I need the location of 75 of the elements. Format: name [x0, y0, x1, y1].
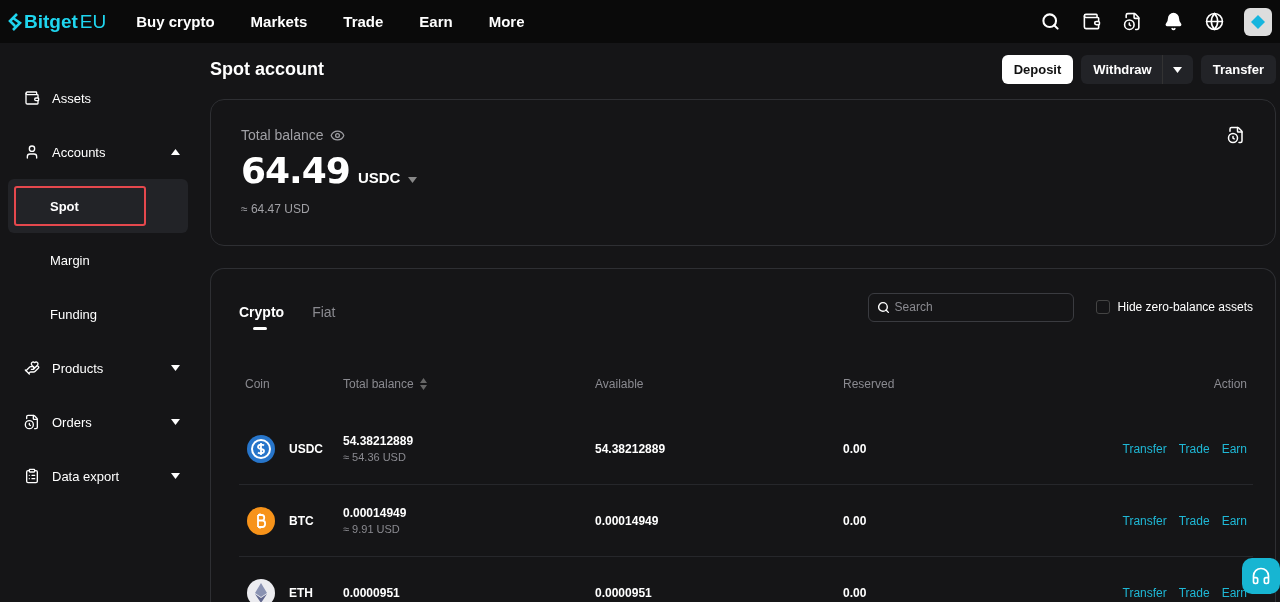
usd-value: ≈ 9.91 USD	[342, 523, 401, 535]
caret-down-icon	[1173, 66, 1183, 73]
document-clock-icon[interactable]	[1123, 12, 1142, 31]
sidebar-item[interactable]: Data export	[8, 449, 196, 503]
nav-link[interactable]: Buy crypto	[136, 13, 215, 30]
globe-icon[interactable]	[1205, 12, 1224, 31]
nav-link[interactable]: Trade	[343, 13, 384, 30]
column-header: Action	[1212, 377, 1248, 391]
checkbox-label: Hide zero-balance assets	[1117, 300, 1253, 314]
column-header: Available	[594, 377, 645, 391]
balance-amount: 64.49	[241, 150, 350, 191]
user-avatar[interactable]	[1244, 7, 1272, 36]
table-cell-text: 0.00	[842, 513, 868, 528]
bitcoin-coin-icon	[247, 506, 275, 535]
table-cell-text: 0.0000951	[594, 585, 653, 600]
page-title: Spot account	[210, 59, 325, 80]
tab[interactable]: Crypto	[239, 304, 285, 330]
balance-approx: ≈ 64.47 USD	[241, 202, 310, 216]
column-header: Coin	[244, 377, 271, 391]
action-link[interactable]: Earn	[1221, 585, 1247, 600]
sidebar-subitem[interactable]: Funding	[14, 294, 146, 334]
document-clock-icon	[24, 414, 40, 430]
action-link[interactable]: Trade	[1178, 585, 1210, 600]
currency-selector[interactable]: USDC	[357, 169, 401, 186]
sidebar-item[interactable]: Products	[8, 341, 196, 395]
nav-link[interactable]: Markets	[250, 13, 308, 30]
nav-link[interactable]: Earn	[419, 13, 453, 30]
table-cell-text: 54.38212889	[594, 441, 667, 456]
tab[interactable]: Fiat	[312, 304, 336, 330]
usd-value: ≈ 54.36 USD	[342, 451, 407, 463]
diamond-coin-icon	[247, 578, 275, 602]
search-icon[interactable]	[1041, 12, 1060, 31]
table-cell-text: 0.00	[842, 441, 868, 456]
action-link[interactable]: Trade	[1178, 441, 1210, 456]
search-field[interactable]: Search	[867, 292, 1074, 322]
bell-icon[interactable]	[1164, 12, 1183, 31]
sidebar-item[interactable]: Accounts	[8, 125, 196, 179]
action-link[interactable]: Transfer	[1122, 585, 1167, 600]
sidebar-subitem[interactable]: Margin	[14, 240, 146, 280]
action-link[interactable]: Earn	[1221, 513, 1247, 528]
person-icon	[24, 144, 40, 160]
clipboard-icon	[24, 468, 40, 484]
column-header: Reserved	[842, 377, 896, 391]
sidebar-item[interactable]: Orders	[8, 395, 196, 449]
table-cell-text: 0.00014949	[342, 506, 408, 520]
eye-icon[interactable]	[329, 127, 345, 143]
dollar-coin-icon	[247, 434, 275, 463]
hand-icon	[24, 360, 40, 376]
checkbox[interactable]	[1095, 300, 1110, 314]
action-link[interactable]: Trade	[1178, 513, 1210, 528]
table-cell-text: 0.00014949	[594, 513, 660, 528]
sidebar-item[interactable]: Assets	[8, 71, 196, 125]
brand-logo[interactable]: BitgetEU	[8, 10, 107, 33]
table-cell-text: 0.00	[842, 585, 868, 600]
action-link[interactable]: Earn	[1221, 441, 1247, 456]
search-icon	[876, 300, 890, 314]
wallet-icon	[24, 90, 40, 106]
action-button[interactable]: Deposit	[1001, 55, 1074, 84]
balance-label: Total balance	[241, 127, 324, 143]
coin-name: USDC	[288, 441, 324, 456]
document-clock-icon[interactable]	[1227, 126, 1245, 144]
table-cell-text: 54.38212889	[342, 434, 415, 448]
column-header[interactable]: Total balance	[337, 377, 589, 391]
action-button[interactable]: Transfer	[1200, 55, 1276, 84]
coin-name: BTC	[288, 513, 315, 528]
headset-icon	[1251, 566, 1271, 586]
nav-link[interactable]: More	[488, 13, 525, 30]
wallet-icon[interactable]	[1082, 12, 1101, 31]
sidebar-subitem[interactable]: Spot	[14, 186, 146, 226]
action-link[interactable]: Transfer	[1122, 441, 1167, 456]
table-cell-text: 0.0000951	[342, 585, 401, 600]
action-link[interactable]: Transfer	[1122, 513, 1167, 528]
caret-down-icon[interactable]	[408, 177, 418, 183]
coin-name: ETH	[288, 585, 314, 600]
sort-icon[interactable]	[419, 378, 427, 390]
